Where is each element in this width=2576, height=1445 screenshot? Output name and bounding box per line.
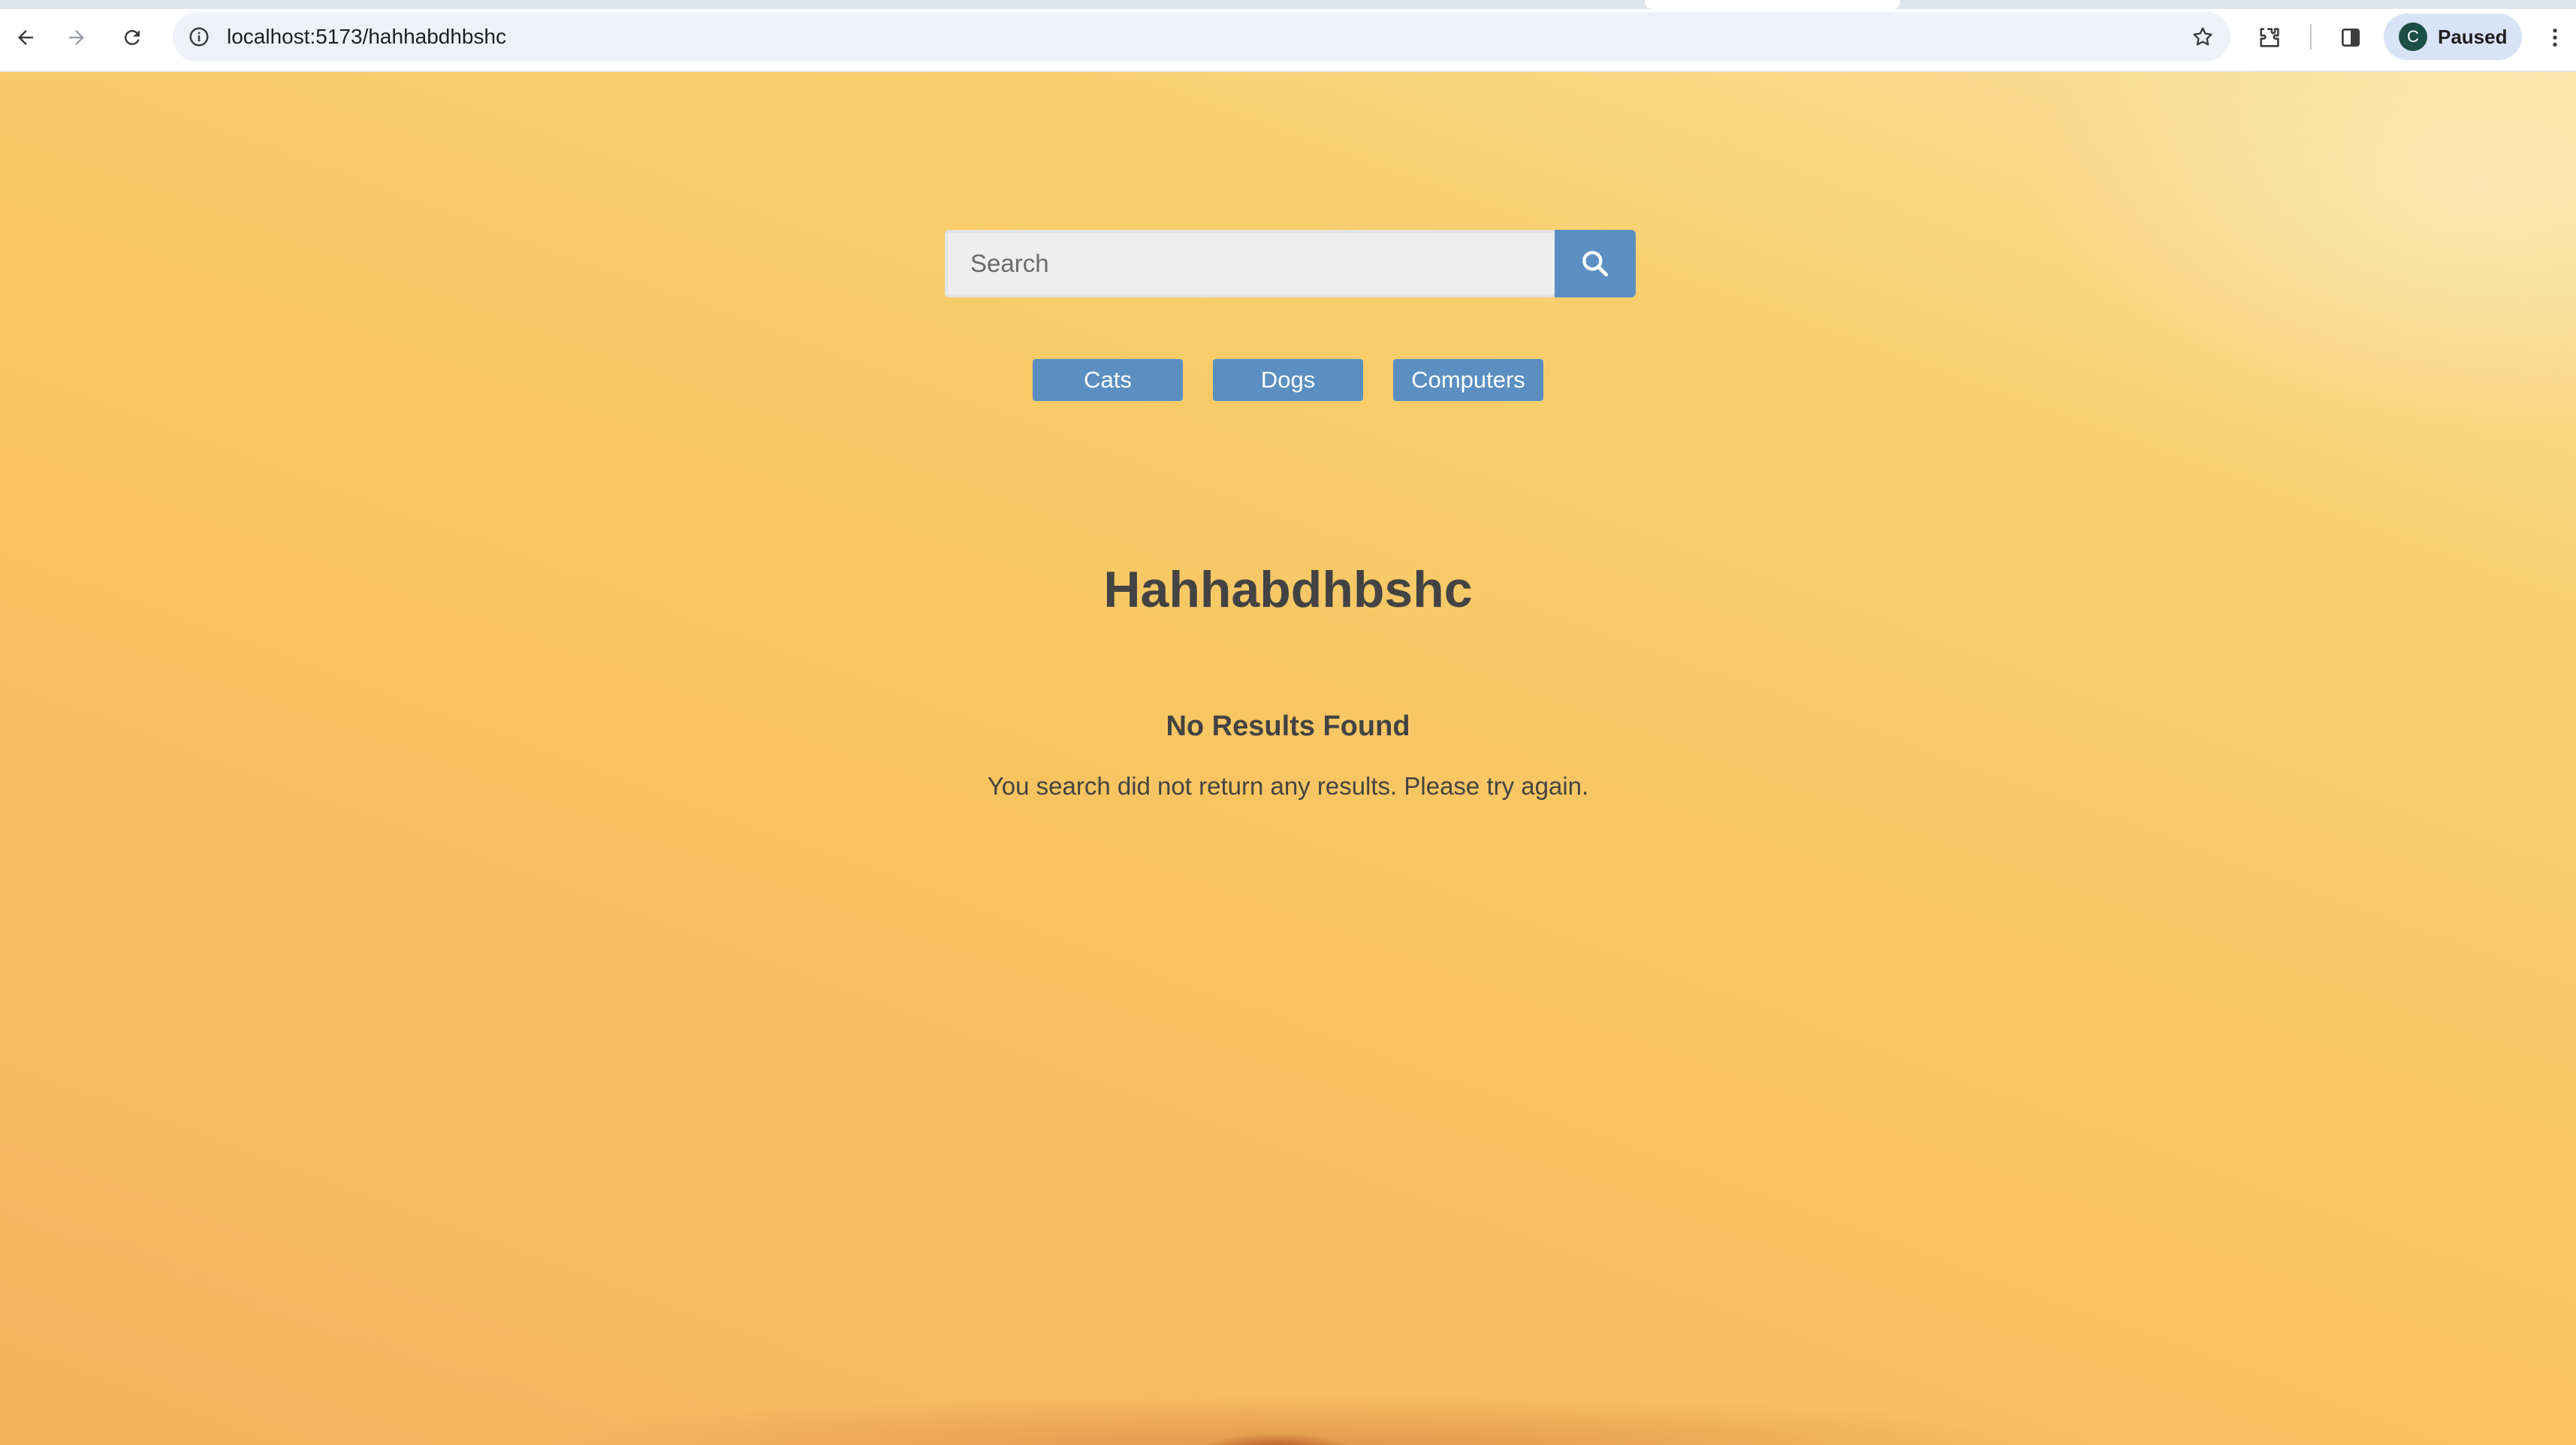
search-button[interactable] bbox=[1555, 230, 1636, 297]
category-button-dogs[interactable]: Dogs bbox=[1213, 359, 1363, 401]
side-panel-button[interactable] bbox=[2330, 17, 2372, 59]
bookmark-button[interactable] bbox=[2188, 23, 2217, 51]
no-results-message: You search did not return any results. P… bbox=[987, 772, 1589, 800]
browser-toolbar: localhost:5173/hahhabdhbshc C Paused bbox=[0, 0, 2576, 72]
tab-strip bbox=[0, 0, 2576, 9]
category-button-cats[interactable]: Cats bbox=[1033, 359, 1183, 401]
search-icon bbox=[1582, 251, 1609, 277]
site-info-button[interactable] bbox=[185, 23, 213, 51]
url-text[interactable]: localhost:5173/hahhabdhbshc bbox=[227, 12, 506, 62]
category-buttons: Cats Dogs Computers bbox=[0, 359, 2576, 401]
profile-button[interactable]: C Paused bbox=[2384, 14, 2522, 60]
page-title: Hahhabdhbshc bbox=[1103, 561, 1473, 618]
kebab-menu-icon bbox=[2553, 29, 2557, 47]
category-button-computers[interactable]: Computers bbox=[1393, 359, 1543, 401]
reload-button[interactable] bbox=[111, 17, 153, 59]
extensions-icon bbox=[2260, 28, 2279, 47]
extensions-button[interactable] bbox=[2249, 17, 2291, 59]
search-form bbox=[945, 230, 1636, 297]
forward-arrow-icon bbox=[69, 30, 84, 45]
toolbar-divider bbox=[2310, 24, 2312, 50]
no-results-heading: No Results Found bbox=[1166, 710, 1410, 742]
back-arrow-icon bbox=[18, 30, 33, 45]
avatar: C bbox=[2399, 23, 2427, 51]
address-bar[interactable]: localhost:5173/hahhabdhbshc bbox=[173, 12, 2231, 62]
back-button[interactable] bbox=[5, 17, 47, 59]
forward-button[interactable] bbox=[56, 17, 98, 59]
search-input[interactable] bbox=[945, 230, 1555, 297]
active-tab[interactable] bbox=[1645, 0, 1900, 9]
star-icon bbox=[2193, 27, 2213, 46]
reload-icon bbox=[125, 29, 140, 45]
page-viewport: Cats Dogs Computers Hahhabdhbshc No Resu… bbox=[0, 72, 2576, 1445]
browser-menu-button[interactable] bbox=[2534, 17, 2576, 59]
info-icon bbox=[189, 27, 209, 47]
profile-status-label: Paused bbox=[2438, 25, 2508, 48]
side-panel-icon bbox=[2342, 29, 2360, 47]
